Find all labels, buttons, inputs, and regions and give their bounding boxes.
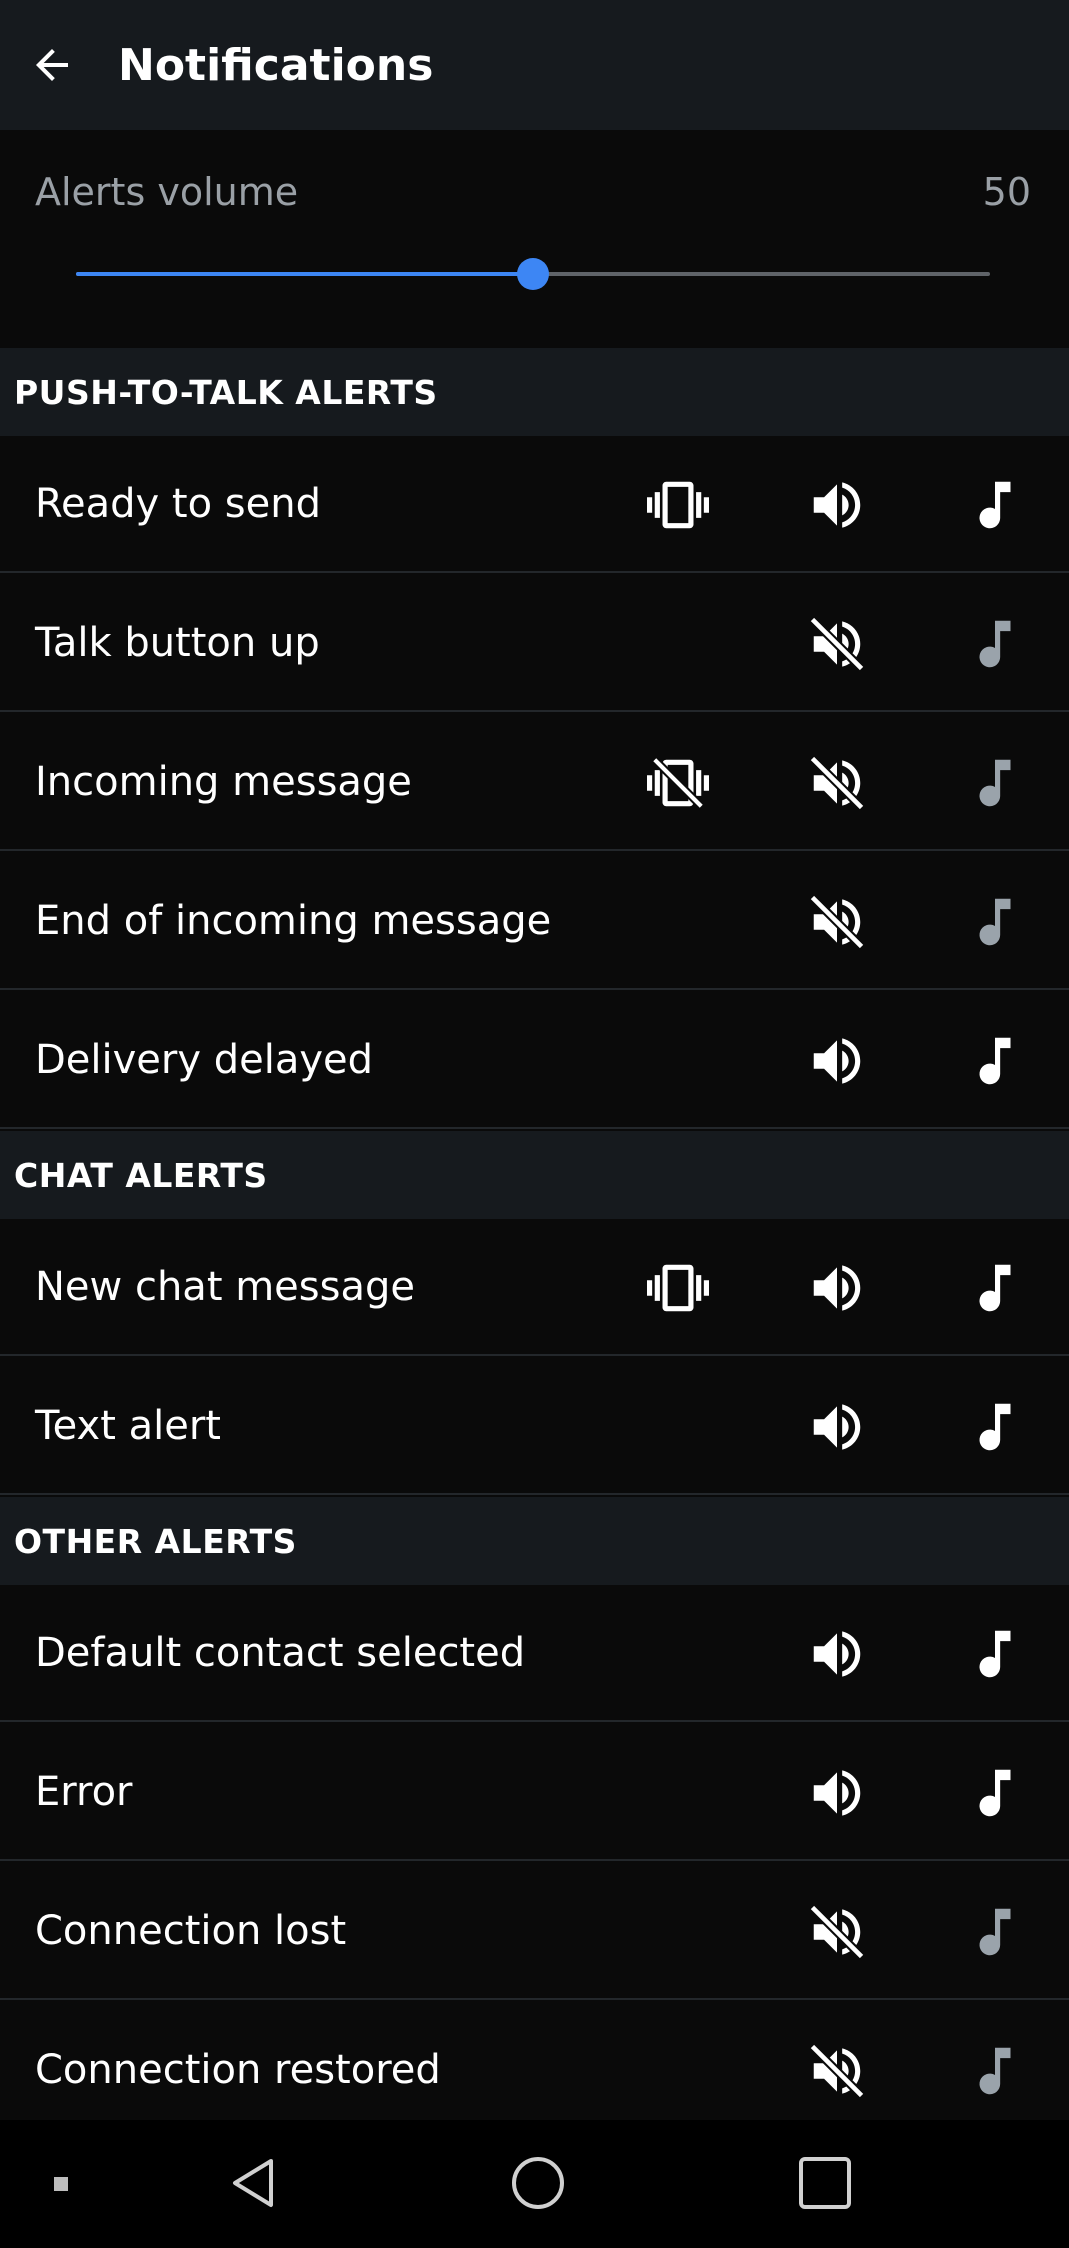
alert-label: Talk button up bbox=[35, 620, 320, 666]
triangle-back-icon bbox=[233, 2159, 273, 2207]
system-nav-bar bbox=[0, 2120, 1069, 2248]
vibrate-icon[interactable] bbox=[647, 1257, 709, 1319]
alert-row[interactable]: End of incoming message bbox=[0, 853, 1069, 990]
volume-off-icon[interactable] bbox=[806, 613, 868, 675]
alerts-volume-section: Alerts volume 50 bbox=[0, 130, 1069, 348]
music-note-icon[interactable] bbox=[964, 1623, 1026, 1685]
music-note-icon[interactable] bbox=[964, 474, 1026, 536]
volume-up-icon[interactable] bbox=[806, 1030, 868, 1092]
alert-row[interactable]: Delivery delayed bbox=[0, 992, 1069, 1129]
vibrate-off-icon[interactable] bbox=[647, 752, 709, 814]
nav-extra-button[interactable] bbox=[44, 2158, 78, 2210]
volume-off-icon[interactable] bbox=[806, 1901, 868, 1963]
volume-up-icon[interactable] bbox=[806, 474, 868, 536]
slider-thumb[interactable] bbox=[517, 258, 549, 290]
circle-home-icon bbox=[512, 2157, 564, 2209]
alert-row[interactable]: New chat message bbox=[0, 1219, 1069, 1356]
volume-up-icon[interactable] bbox=[806, 1257, 868, 1319]
alert-row[interactable]: Connection restored bbox=[0, 2002, 1069, 2139]
alert-label: Text alert bbox=[35, 1403, 221, 1449]
music-note-icon[interactable] bbox=[964, 1901, 1026, 1963]
music-note-icon[interactable] bbox=[964, 1396, 1026, 1458]
volume-up-icon[interactable] bbox=[806, 1623, 868, 1685]
square-recents-icon bbox=[799, 2157, 851, 2209]
alert-row[interactable]: Ready to send bbox=[0, 436, 1069, 573]
volume-off-icon[interactable] bbox=[806, 752, 868, 814]
alert-row[interactable]: Text alert bbox=[0, 1358, 1069, 1495]
music-note-icon[interactable] bbox=[964, 1762, 1026, 1824]
alert-row[interactable]: Default contact selected bbox=[0, 1585, 1069, 1722]
alert-label: Error bbox=[35, 1769, 133, 1815]
alert-row[interactable]: Incoming message bbox=[0, 714, 1069, 851]
section-title: PUSH-TO-TALK ALERTS bbox=[14, 372, 438, 412]
music-note-icon[interactable] bbox=[964, 1030, 1026, 1092]
back-button[interactable] bbox=[0, 13, 104, 117]
section-header: CHAT ALERTS bbox=[0, 1131, 1069, 1219]
volume-off-icon[interactable] bbox=[806, 891, 868, 953]
app-bar: Notifications bbox=[0, 0, 1069, 130]
nav-back-button[interactable] bbox=[220, 2150, 286, 2216]
section-header: OTHER ALERTS bbox=[0, 1497, 1069, 1585]
alerts-volume-label: Alerts volume bbox=[35, 170, 299, 214]
vibrate-icon[interactable] bbox=[647, 474, 709, 536]
nav-recents-button[interactable] bbox=[792, 2150, 858, 2216]
alert-label: Incoming message bbox=[35, 759, 412, 805]
music-note-icon[interactable] bbox=[964, 2040, 1026, 2102]
nav-home-button[interactable] bbox=[505, 2150, 571, 2216]
page-title: Notifications bbox=[118, 39, 434, 91]
volume-up-icon[interactable] bbox=[806, 1762, 868, 1824]
music-note-icon[interactable] bbox=[964, 752, 1026, 814]
music-note-icon[interactable] bbox=[964, 891, 1026, 953]
music-note-icon[interactable] bbox=[964, 613, 1026, 675]
alert-row[interactable]: Talk button up bbox=[0, 575, 1069, 712]
section-title: CHAT ALERTS bbox=[14, 1155, 268, 1195]
alert-row[interactable]: Connection lost bbox=[0, 1863, 1069, 2000]
section-header: PUSH-TO-TALK ALERTS bbox=[0, 348, 1069, 436]
alert-label: Delivery delayed bbox=[35, 1037, 374, 1083]
alerts-volume-value: 50 bbox=[982, 170, 1031, 214]
alert-label: Connection lost bbox=[35, 1908, 347, 1954]
section-title: OTHER ALERTS bbox=[14, 1521, 297, 1561]
volume-up-icon[interactable] bbox=[806, 1396, 868, 1458]
alert-label: Default contact selected bbox=[35, 1630, 526, 1676]
slider-fill bbox=[76, 272, 533, 276]
small-square-icon bbox=[54, 2177, 68, 2191]
alert-label: End of incoming message bbox=[35, 898, 552, 944]
alert-label: Ready to send bbox=[35, 481, 321, 527]
arrow-left-icon bbox=[36, 49, 68, 81]
alert-label: Connection restored bbox=[35, 2047, 441, 2093]
alerts-volume-slider[interactable] bbox=[76, 258, 990, 290]
music-note-icon[interactable] bbox=[964, 1257, 1026, 1319]
volume-off-icon[interactable] bbox=[806, 2040, 868, 2102]
alert-label: New chat message bbox=[35, 1264, 415, 1310]
alert-row[interactable]: Error bbox=[0, 1724, 1069, 1861]
